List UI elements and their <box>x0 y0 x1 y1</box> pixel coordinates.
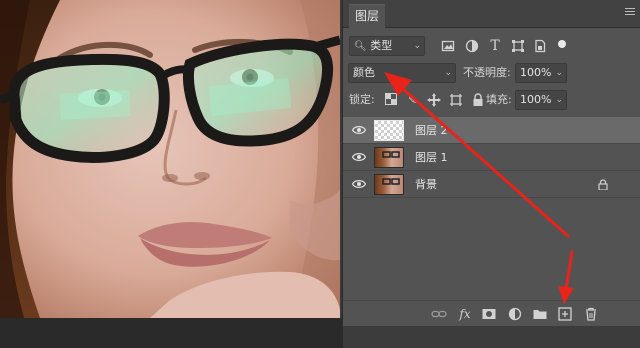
lock-image-pixels-icon[interactable]: ✎ <box>406 93 420 107</box>
fx-label: fx <box>459 307 471 321</box>
lock-all-icon[interactable] <box>471 93 485 107</box>
filter-type-dropdown[interactable]: 🔍︎ 类型 ⌄ <box>349 36 425 56</box>
new-layer-icon[interactable] <box>557 306 573 322</box>
delete-layer-icon[interactable] <box>583 306 599 322</box>
visibility-eye-icon[interactable] <box>352 125 366 135</box>
chevron-down-icon: ⌄ <box>555 95 563 105</box>
blend-mode-dropdown[interactable]: 颜色 ⌄ <box>348 63 456 83</box>
layer-thumbnail <box>374 147 404 168</box>
smart-object-filter-icon[interactable] <box>533 39 547 53</box>
layer-thumbnail <box>374 174 404 195</box>
pixel-layer-filter-icon[interactable] <box>441 39 455 53</box>
photo-canvas[interactable] <box>0 0 340 318</box>
lock-transparent-pixels-icon[interactable] <box>384 93 398 107</box>
chevron-down-icon: ⌄ <box>444 68 452 78</box>
layer-name[interactable]: 图层 1 <box>415 144 448 171</box>
tab-layers[interactable]: 图层 <box>349 4 386 28</box>
fx-icon[interactable]: fx <box>457 306 473 322</box>
adjustment-filter-icon[interactable] <box>465 39 479 53</box>
visibility-eye-icon[interactable] <box>352 179 366 189</box>
chevron-down-icon: ⌄ <box>555 68 563 78</box>
layers-bottom-toolbar: fx <box>343 300 640 326</box>
blend-opacity-row: 颜色 ⌄ 不透明度: 100% ⌄ <box>343 63 640 85</box>
search-icon: 🔍︎ <box>354 41 367 52</box>
layer-thumbnail <box>374 120 404 141</box>
layer-name[interactable]: 背景 <box>415 171 437 198</box>
panel-menu-icon[interactable] <box>625 8 635 18</box>
fill-field[interactable]: 100% ⌄ <box>515 90 567 110</box>
layers-list: 图层 2 图层 1 背景 <box>343 117 640 198</box>
layer-row-background[interactable]: 背景 <box>343 171 640 198</box>
layer-row-layer-1[interactable]: 图层 1 <box>343 144 640 171</box>
fill-label: 填充: <box>486 93 512 106</box>
layer-row-layer-2[interactable]: 图层 2 <box>343 117 640 144</box>
type-filter-icon[interactable]: T <box>488 39 502 53</box>
panel-footer <box>343 326 640 348</box>
opacity-label: 不透明度: <box>463 66 511 79</box>
visibility-eye-icon[interactable] <box>352 152 366 162</box>
lock-fill-row: 锁定: ✎ 填充: 100% ⌄ <box>343 90 640 112</box>
new-group-icon[interactable] <box>532 306 548 322</box>
lock-artboard-icon[interactable] <box>449 93 463 107</box>
layer-name[interactable]: 图层 2 <box>415 117 448 144</box>
panel-tab-bar: 图层 <box>343 0 640 28</box>
chevron-down-icon: ⌄ <box>413 41 421 51</box>
blend-mode-value: 颜色 <box>353 66 375 79</box>
opacity-value: 100% <box>520 66 552 79</box>
filter-type-label: 类型 <box>370 39 393 52</box>
opacity-field[interactable]: 100% ⌄ <box>515 63 567 83</box>
portrait-photo <box>0 0 340 318</box>
lock-position-icon[interactable] <box>427 93 441 107</box>
layer-locked-icon <box>598 179 608 190</box>
lock-label: 锁定: <box>349 93 375 106</box>
fill-value: 100% <box>520 93 552 106</box>
add-mask-icon[interactable] <box>481 306 497 322</box>
canvas-status-area <box>0 318 342 348</box>
layers-panel: 图层 🔍︎ 类型 ⌄ T 颜色 ⌄ 不透明度: 100% ⌄ 锁定: ✎ 填充:… <box>342 0 640 348</box>
link-layers-icon[interactable] <box>431 306 447 322</box>
filter-toggle-icon[interactable] <box>558 40 566 48</box>
layer-filter-row: 🔍︎ 类型 ⌄ T <box>343 36 640 58</box>
shape-filter-icon[interactable] <box>511 39 525 53</box>
adjustment-layer-icon[interactable] <box>507 306 523 322</box>
